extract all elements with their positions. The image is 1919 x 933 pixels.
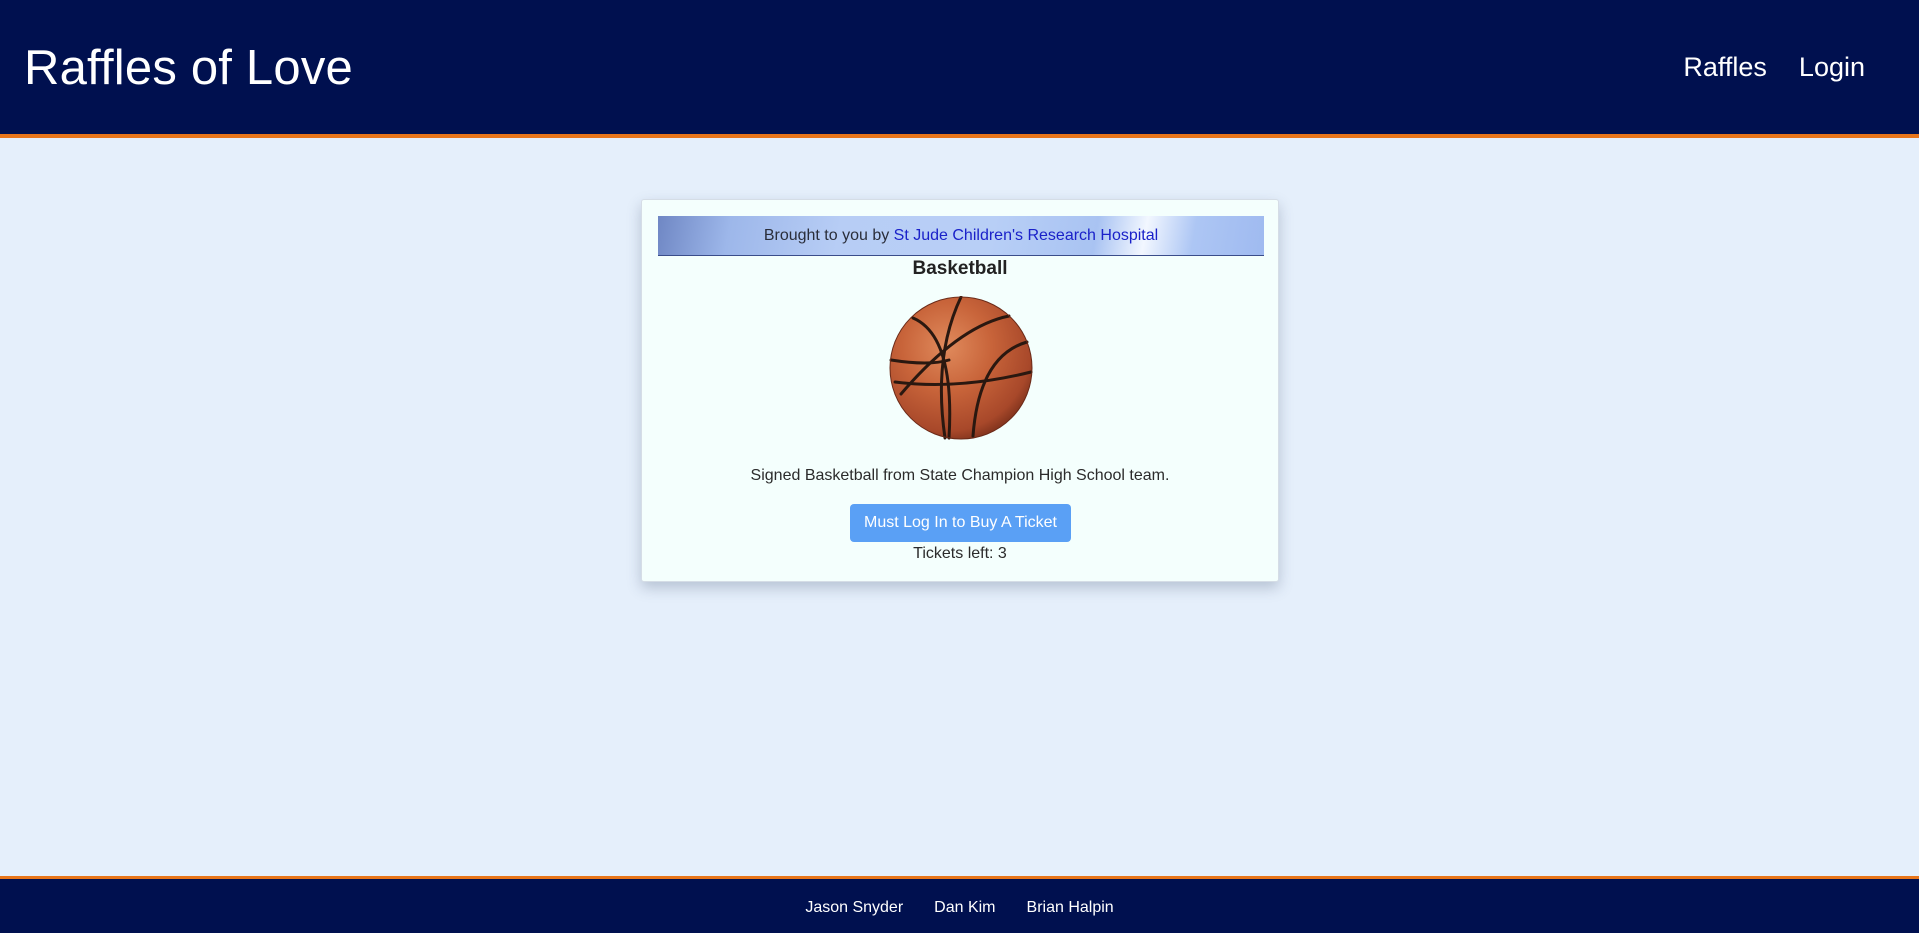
tickets-left: Tickets left: 3 [913,545,1007,562]
nav-raffles-link[interactable]: Raffles [1683,52,1767,83]
footer-author: Dan Kim [934,899,996,916]
basketball-icon [889,295,1033,440]
login-to-buy-button[interactable]: Must Log In to Buy A Ticket [850,504,1071,542]
footer-author: Jason Snyder [805,899,904,916]
site-brand-link[interactable]: Raffles of Love [24,40,353,96]
raffle-description: Signed Basketball from State Champion Hi… [750,467,1170,484]
nav-login-link[interactable]: Login [1799,52,1865,83]
raffle-card: Brought to you by St Jude Children's Res… [641,199,1279,582]
footer-authors: Jason Snyder Dan Kim Brian Halpin [0,899,1919,917]
site-header: Raffles of Love Raffles Login [0,0,1919,138]
site-footer: Jason Snyder Dan Kim Brian Halpin [0,876,1919,933]
footer-author: Brian Halpin [1026,899,1114,916]
raffle-title: Basketball [912,258,1008,279]
sponsor-link[interactable]: St Jude Children's Research Hospital [894,227,1159,244]
main-nav: Raffles Login [1683,52,1865,83]
basketball-image [889,295,1033,440]
sponsor-prefix: Brought to you by [763,227,894,244]
sponsor-banner: Brought to you by St Jude Children's Res… [658,216,1264,256]
